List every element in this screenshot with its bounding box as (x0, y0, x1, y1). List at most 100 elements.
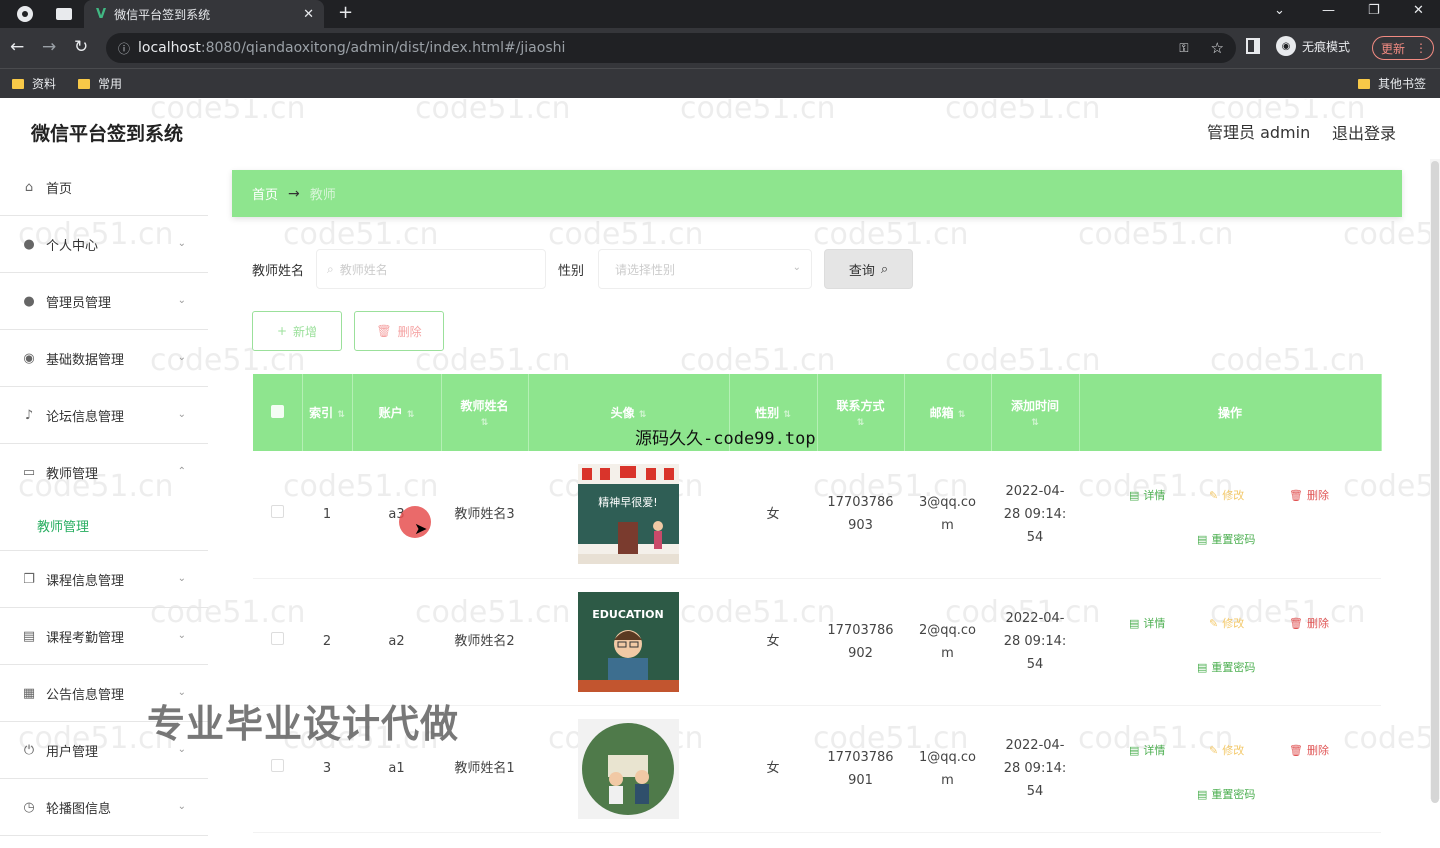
select-all-cell[interactable] (253, 374, 303, 451)
sort-icon[interactable]: ⇅ (407, 410, 415, 420)
sort-icon[interactable]: ⇅ (857, 418, 865, 428)
chevron-down-icon: ⌄ (177, 352, 186, 363)
teacher-avatar-image[interactable]: 精神早很爱! (578, 464, 679, 565)
browser-toolbar: ← → ↻ ⓘ localhost:8080/qiandaoxitong/adm… (0, 28, 1440, 68)
source-watermark-text: 源码久久-code99.top (635, 429, 816, 449)
bookmark-star-icon[interactable]: ☆ (1211, 39, 1224, 57)
sidebar-item-label: 课程考勤管理 (46, 630, 125, 646)
detail-button[interactable]: ▤ 详情 (1129, 739, 1165, 762)
sidebar-item-label: 论坛信息管理 (46, 409, 125, 425)
scrollbar-thumb[interactable] (1431, 161, 1439, 803)
address-bar[interactable]: ⓘ localhost:8080/qiandaoxitong/admin/dis… (106, 33, 1236, 63)
search-icon: ⌕ (880, 261, 889, 277)
detail-label: 详情 (1143, 743, 1166, 757)
incognito-indicator[interactable]: ◉ 无痕模式 (1276, 36, 1350, 56)
teacher-avatar-image[interactable] (578, 718, 679, 819)
browser-menu-icon[interactable] (15, 4, 35, 24)
column-header[interactable]: 联系方式 ⇅ (817, 374, 905, 451)
power-icon: ⏻ (23, 742, 35, 758)
logout-link[interactable]: 退出登录 (1332, 120, 1396, 144)
document-icon: ▤ (1197, 660, 1208, 674)
teacher-avatar-image[interactable]: EDUCATION (578, 591, 679, 692)
sort-icon[interactable]: ⇅ (1031, 418, 1039, 428)
delete-button[interactable]: 🗑 删除 (1289, 739, 1329, 762)
query-button[interactable]: 查询 ⌕ (824, 249, 914, 289)
password-key-icon[interactable]: ⚿ (1179, 41, 1188, 56)
reset-password-button[interactable]: ▤ 重置密码 (1197, 656, 1255, 679)
sidebar-item-teachers[interactable]: ▭ 教师管理 ⌃ (0, 444, 208, 501)
tab-list-chevron-icon[interactable]: ⌄ (1274, 3, 1285, 18)
row-checkbox[interactable] (271, 504, 284, 518)
cell-phone: 17703786 902 (817, 578, 904, 706)
gender-select[interactable]: 请选择性别 ⌄ (598, 249, 813, 289)
sort-icon[interactable]: ⇅ (958, 410, 966, 420)
row-checkbox[interactable] (271, 632, 284, 645)
forward-icon[interactable]: → (42, 37, 56, 57)
delete-button[interactable]: 🗑 删除 (1289, 612, 1329, 635)
delete-button[interactable]: 🗑 删除 (1289, 484, 1329, 507)
document-icon: ▤ (1197, 533, 1208, 547)
teacher-name-input[interactable]: ⌕ 教师姓名 (316, 249, 547, 289)
column-header: 操作 (1079, 374, 1382, 451)
sidebar-item-carousel[interactable]: ◷ 轮播图信息 ⌄ (0, 779, 208, 836)
bookmark-folder-changyong[interactable]: 常用 (78, 75, 122, 92)
update-button[interactable]: 更新 ⋮ (1372, 36, 1434, 60)
other-bookmarks[interactable]: 其他书签 (1358, 75, 1426, 92)
maximize-icon[interactable]: ❐ (1368, 3, 1380, 18)
row-checkbox[interactable] (271, 759, 284, 772)
batch-delete-button[interactable]: 🗑 删除 (354, 311, 444, 351)
close-tab-icon[interactable]: ✕ (303, 7, 314, 22)
sidebar-item-home[interactable]: ⌂ 首页 (0, 159, 208, 216)
browser-tab[interactable]: V 微信平台签到系统 ✕ (84, 0, 324, 28)
sort-icon[interactable]: ⇅ (337, 410, 345, 420)
edit-button[interactable]: ✎ 修改 (1209, 612, 1244, 635)
sidebar-item-label: 个人中心 (46, 238, 99, 254)
cell-index: 2 (302, 578, 352, 706)
sidebar-item-attendance[interactable]: ▤ 课程考勤管理 ⌄ (0, 608, 208, 665)
document-icon: ▤ (1197, 787, 1208, 801)
minimize-icon[interactable]: — (1322, 3, 1335, 18)
sort-icon[interactable]: ⇅ (481, 418, 489, 428)
watermark: code51.cn (945, 343, 1101, 378)
chevron-down-icon: ⌄ (792, 262, 802, 273)
new-tab-icon[interactable]: + (338, 2, 353, 23)
tab-search-icon[interactable] (54, 4, 74, 24)
column-header[interactable]: 邮箱 ⇅ (904, 374, 992, 451)
reset-password-button[interactable]: ▤ 重置密码 (1197, 528, 1255, 551)
sidebar-item-basic-data[interactable]: ◉ 基础数据管理 ⌄ (0, 330, 208, 387)
sidebar-item-courses[interactable]: ❐ 课程信息管理 ⌄ (0, 551, 208, 608)
select-all-checkbox[interactable] (270, 404, 284, 418)
column-header[interactable]: 账户 ⇅ (352, 374, 442, 451)
breadcrumb: 首页 → 教师 (232, 170, 1402, 217)
sidebar-item-forum[interactable]: ♪ 论坛信息管理 ⌄ (0, 387, 208, 444)
column-header[interactable]: 添加时间 ⇅ (991, 374, 1080, 451)
watermark: code51.cn (680, 343, 836, 378)
detail-button[interactable]: ▤ 详情 (1129, 612, 1165, 635)
sort-icon[interactable]: ⇅ (783, 410, 791, 420)
edit-button[interactable]: ✎ 修改 (1209, 484, 1244, 507)
sidebar-item-label: 管理员管理 (46, 295, 112, 311)
add-button[interactable]: + 新增 (252, 311, 342, 351)
column-header[interactable]: 教师姓名 ⇅ (441, 374, 529, 451)
bookmark-folder-ziliao[interactable]: 资料 (12, 75, 56, 92)
sidebar-item-profile[interactable]: ● 个人中心 ⌄ (0, 216, 208, 273)
column-header-label: 索引 (309, 406, 334, 420)
breadcrumb-home[interactable]: 首页 (252, 184, 278, 203)
edit-button[interactable]: ✎ 修改 (1209, 739, 1244, 762)
cell-gender: 女 (729, 451, 817, 579)
cell-account: a2 (352, 578, 441, 706)
watermark: code51.cn (945, 99, 1101, 126)
side-panel-icon[interactable] (1246, 38, 1260, 54)
site-info-icon[interactable]: ⓘ (118, 40, 130, 57)
more-menu-icon: ⋮ (1415, 41, 1428, 55)
sidebar-item-admins[interactable]: ● 管理员管理 ⌄ (0, 273, 208, 330)
detail-button[interactable]: ▤ 详情 (1129, 484, 1165, 507)
reset-password-button[interactable]: ▤ 重置密码 (1197, 783, 1255, 806)
clock-icon: ◷ (23, 799, 35, 815)
reload-icon[interactable]: ↻ (74, 37, 88, 57)
back-icon[interactable]: ← (10, 37, 24, 57)
window-close-icon[interactable]: ✕ (1413, 3, 1424, 18)
sort-icon[interactable]: ⇅ (639, 410, 647, 420)
sidebar-subitem-teacher-manage[interactable]: 教师管理 (0, 501, 208, 551)
column-header[interactable]: 索引 ⇅ (302, 374, 353, 451)
